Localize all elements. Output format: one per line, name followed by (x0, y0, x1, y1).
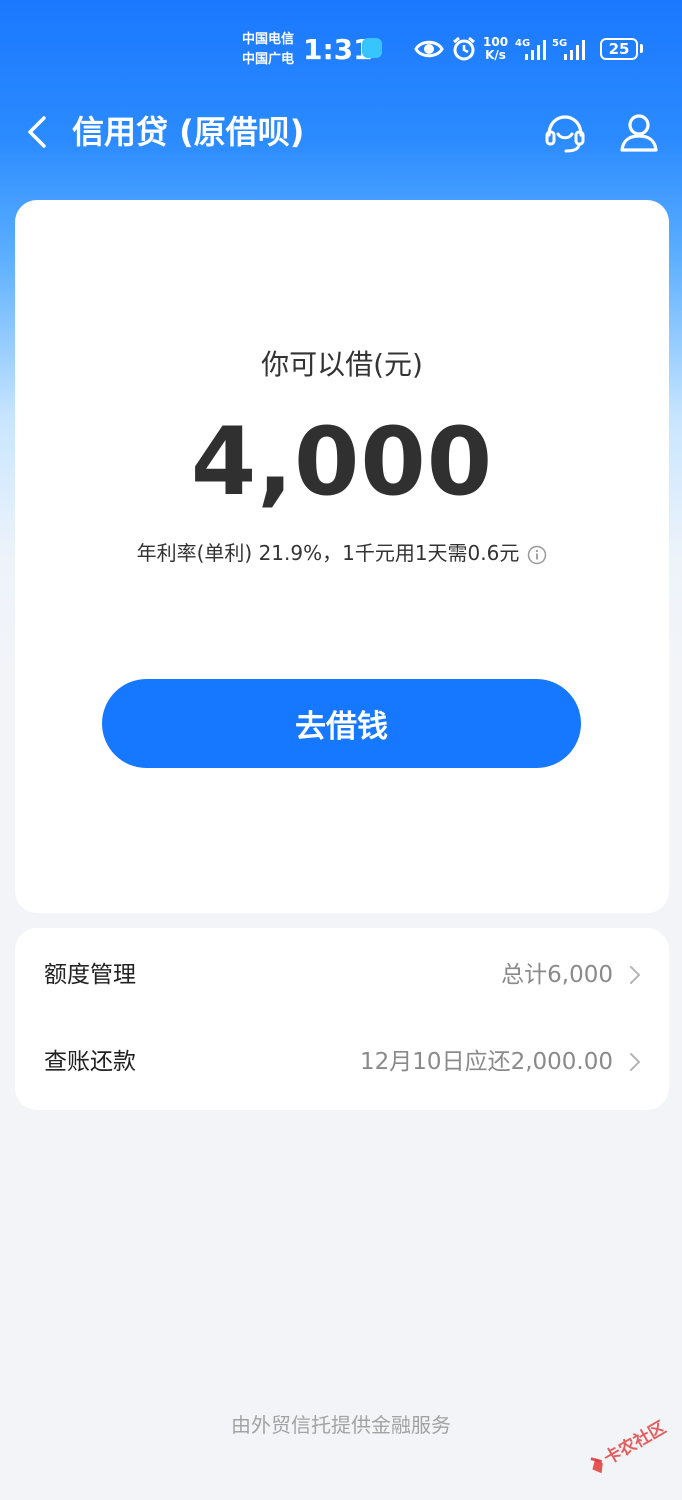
user-profile-button[interactable] (616, 110, 662, 156)
watermark-text: 卡农社区 (600, 1417, 669, 1469)
carrier-info: 中国电信 中国广电 (242, 30, 294, 70)
headset-icon (545, 115, 585, 153)
chevron-left-icon (28, 116, 46, 148)
menu-item-value: 总计6,000 (501, 962, 613, 988)
battery-indicator: 25 (600, 38, 638, 60)
menu-item-credit-management[interactable]: 额度管理 总计6,000 (15, 931, 669, 1019)
carrier-1: 中国电信 (242, 32, 295, 47)
borrow-button[interactable]: 去借钱 (102, 679, 581, 768)
back-button[interactable] (18, 110, 58, 154)
customer-service-button[interactable] (542, 110, 588, 156)
page-title: 信用贷 (原借呗) (72, 113, 305, 151)
alarm-icon (453, 36, 475, 61)
chevron-right-icon (630, 966, 640, 984)
signal-5g-icon: 5G (552, 38, 585, 60)
menu-item-bill-repayment[interactable]: 查账还款 12月10日应还2,000.00 (15, 1018, 669, 1106)
available-amount-label: 你可以借(元) (261, 348, 423, 381)
interest-rate-row: 年利率(单利) 21.9%，1千元用1天需0.6元 (15, 538, 669, 568)
menu-item-value: 12月10日应还2,000.00 (360, 1049, 613, 1075)
info-icon[interactable] (527, 545, 547, 565)
message-notification-icon (362, 38, 382, 58)
interest-rate-text: 年利率(单利) 21.9%，1千元用1天需0.6元 (136, 541, 520, 565)
network-speed: 100 K/s (483, 35, 509, 62)
signal-4g-label: 4G (515, 38, 530, 49)
eye-icon (414, 40, 444, 58)
menu-item-label: 查账还款 (44, 1049, 136, 1075)
user-icon (620, 114, 658, 152)
watermark-logo: 卡农社区 (590, 1417, 670, 1474)
status-bar: 中国电信 中国广电 1:31 100 K/s 4G 5G 25 (0, 0, 682, 100)
loan-card: 你可以借(元) 4,000 年利率(单利) 21.9%，1千元用1天需0.6元 … (15, 200, 669, 913)
menu-card: 额度管理 总计6,000 查账还款 12月10日应还2,000.00 (15, 928, 669, 1110)
available-amount: 4,000 (190, 408, 494, 517)
carrier-2: 中国广电 (242, 52, 295, 67)
signal-4g-icon: 4G (515, 38, 546, 60)
menu-item-label: 额度管理 (44, 962, 136, 988)
chevron-right-icon (630, 1053, 640, 1071)
battery-tip (640, 44, 643, 53)
signal-5g-label: 5G (552, 38, 567, 49)
